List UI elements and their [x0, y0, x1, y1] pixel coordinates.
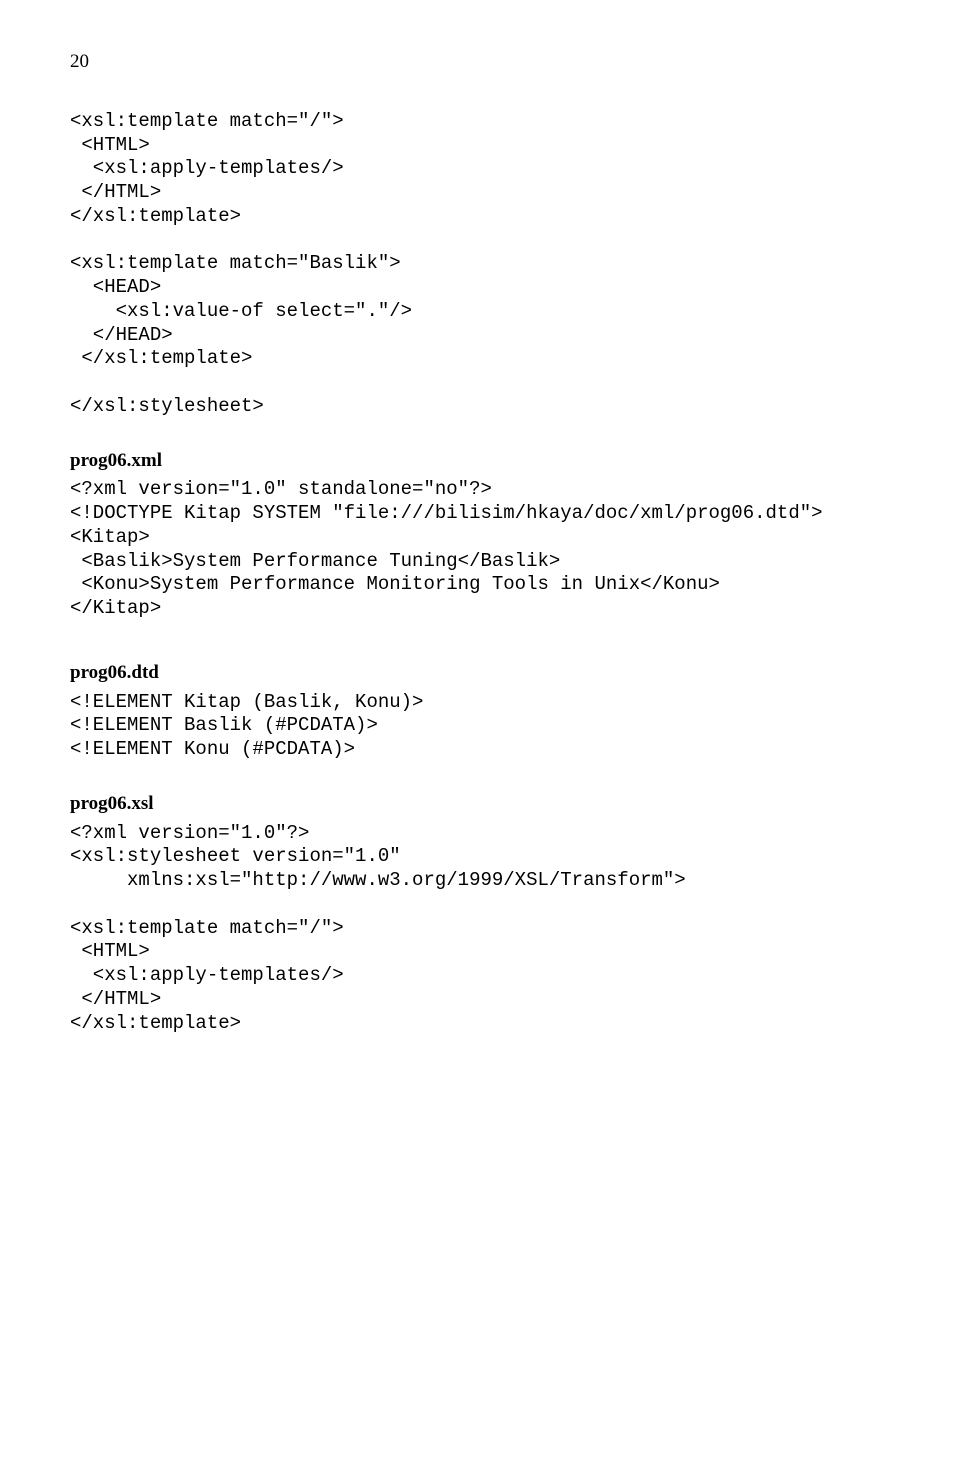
heading-prog06-dtd: prog06.dtd [70, 661, 890, 685]
heading-prog06-xml: prog06.xml [70, 449, 890, 473]
code-block-xsl-template-1: <xsl:template match="/"> <HTML> <xsl:app… [70, 110, 890, 419]
code-block-prog06-xml: <?xml version="1.0" standalone="no"?> <!… [70, 478, 890, 621]
code-block-prog06-dtd: <!ELEMENT Kitap (Baslik, Konu)> <!ELEMEN… [70, 691, 890, 762]
page-number: 20 [70, 50, 890, 74]
heading-prog06-xsl: prog06.xsl [70, 792, 890, 816]
code-block-prog06-xsl: <?xml version="1.0"?> <xsl:stylesheet ve… [70, 822, 890, 1036]
